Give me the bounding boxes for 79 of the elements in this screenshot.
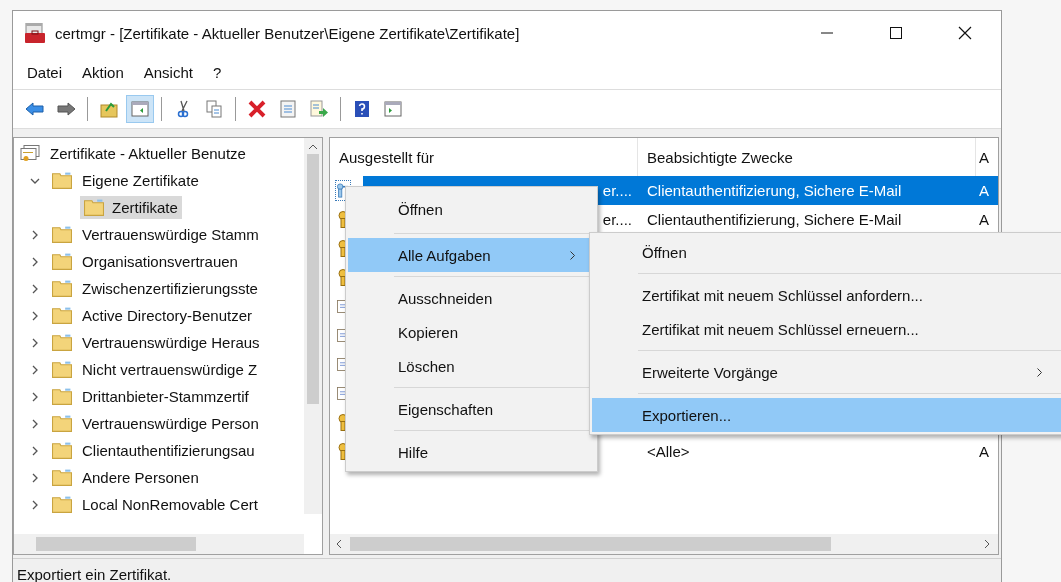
copy-icon	[204, 99, 224, 119]
context-menu-item[interactable]: Hilfe	[348, 435, 595, 469]
left-arrow-icon	[25, 99, 45, 119]
table-cell: Clientauthentifizierung, Sichere E-Mail	[647, 211, 902, 228]
table-cell: <Alle>	[647, 443, 690, 460]
table-cell: A	[979, 211, 989, 228]
expand-chevron-icon[interactable]	[30, 364, 40, 375]
folder-icon	[52, 361, 72, 378]
column-header[interactable]: A	[976, 138, 998, 176]
tree-pane-icon	[130, 99, 150, 119]
properties-icon	[278, 99, 298, 119]
folder-icon	[52, 469, 72, 486]
expand-chevron-icon[interactable]	[30, 391, 40, 402]
tree-item[interactable]: Eigene Zertifikate	[80, 171, 201, 190]
context-menu-item[interactable]: Erweiterte Vorgänge	[592, 355, 1061, 389]
tree-item[interactable]: Vertrauenswürdige Heraus	[80, 333, 262, 352]
tree-item[interactable]: Vertrauenswürdige Stamm	[80, 225, 261, 244]
folder-icon	[52, 226, 72, 243]
tree-item[interactable]: Zertifikate	[112, 199, 178, 216]
action-pane-icon	[383, 99, 403, 119]
expand-chevron-icon[interactable]	[30, 310, 40, 321]
expand-chevron-icon[interactable]	[30, 418, 40, 429]
scroll-left-icon[interactable]	[336, 539, 342, 549]
tree-item[interactable]: Zwischenzertifizierungsste	[80, 279, 260, 298]
scroll-right-icon[interactable]	[984, 539, 990, 549]
help-icon	[352, 99, 372, 119]
menu-item[interactable]: Datei	[27, 63, 63, 81]
tree-item[interactable]: Organisationsvertrauen	[80, 252, 240, 271]
row-icon[interactable]	[336, 181, 350, 200]
folder-icon	[52, 388, 72, 405]
folder-icon	[52, 307, 72, 324]
tree-item[interactable]: Andere Personen	[80, 468, 201, 487]
tree-item[interactable]: Vertrauenswürdige Person	[80, 414, 261, 433]
expand-chevron-icon[interactable]	[30, 283, 40, 294]
horizontal-scrollbar[interactable]	[14, 534, 304, 554]
tree-item[interactable]: Local NonRemovable Cert	[80, 495, 260, 514]
folder-icon	[52, 442, 72, 459]
scroll-up-icon[interactable]	[308, 144, 318, 150]
expand-chevron-icon[interactable]	[30, 229, 40, 240]
menu-item[interactable]: ?	[212, 63, 222, 81]
expand-chevron-icon[interactable]	[30, 445, 40, 456]
folder-icon	[52, 415, 72, 432]
horizontal-scrollbar[interactable]	[330, 534, 998, 554]
expand-chevron-icon[interactable]	[30, 472, 40, 483]
folder-icon	[52, 280, 72, 297]
expand-chevron-icon[interactable]	[30, 256, 40, 267]
table-cell: A	[979, 182, 989, 199]
vertical-scrollbar[interactable]	[304, 138, 322, 514]
certificate-store-icon	[20, 145, 40, 162]
window-title: certmgr - [Zertifikate - Aktueller Benutzer\Eigene Zertifikate\Zertifikate]	[55, 24, 521, 42]
folder-icon	[52, 334, 72, 351]
folder-icon	[52, 253, 72, 270]
folder-icon	[84, 199, 104, 216]
status-text: Exportiert ein Zertifikat.	[17, 565, 172, 582]
close-button[interactable]	[957, 25, 973, 41]
expand-chevron-icon[interactable]	[30, 499, 40, 510]
context-menu-item[interactable]: Zertifikat mit neuem Schlüssel erneuern...	[592, 312, 1061, 346]
right-arrow-icon	[56, 99, 76, 119]
tree-item[interactable]: Zertifikate - Aktueller Benutze	[48, 144, 248, 163]
table-cell: A	[979, 443, 989, 460]
folder-icon	[52, 496, 72, 513]
context-menu-item[interactable]: Öffnen	[592, 235, 1061, 269]
context-menu-item[interactable]: Exportieren...	[592, 398, 1061, 432]
tree-item[interactable]: Clientauthentifizierungsau	[80, 441, 257, 460]
menu-item[interactable]: Aktion	[82, 63, 124, 81]
export-icon	[309, 99, 329, 119]
maximize-button[interactable]	[888, 25, 904, 41]
table-cell-text: er....	[601, 210, 633, 230]
expand-chevron-icon[interactable]	[30, 337, 40, 348]
menu-item[interactable]: Ansicht	[143, 63, 193, 81]
context-menu-item[interactable]: Zertifikat mit neuem Schlüssel anfordern...	[592, 278, 1061, 312]
tree-item[interactable]: Active Directory-Benutzer	[80, 306, 255, 325]
app-icon	[25, 23, 45, 43]
tree-item-highlight[interactable]: Zertifikate	[80, 196, 182, 219]
tree-item[interactable]: Drittanbieter-Stammzertif	[80, 387, 251, 406]
table-cell: Clientauthentifizierung, Sichere E-Mail	[647, 182, 902, 199]
cross-icon	[247, 99, 267, 119]
folder-icon	[52, 172, 72, 189]
tree-item[interactable]: Nicht vertrauenswürdige Z	[80, 360, 260, 379]
